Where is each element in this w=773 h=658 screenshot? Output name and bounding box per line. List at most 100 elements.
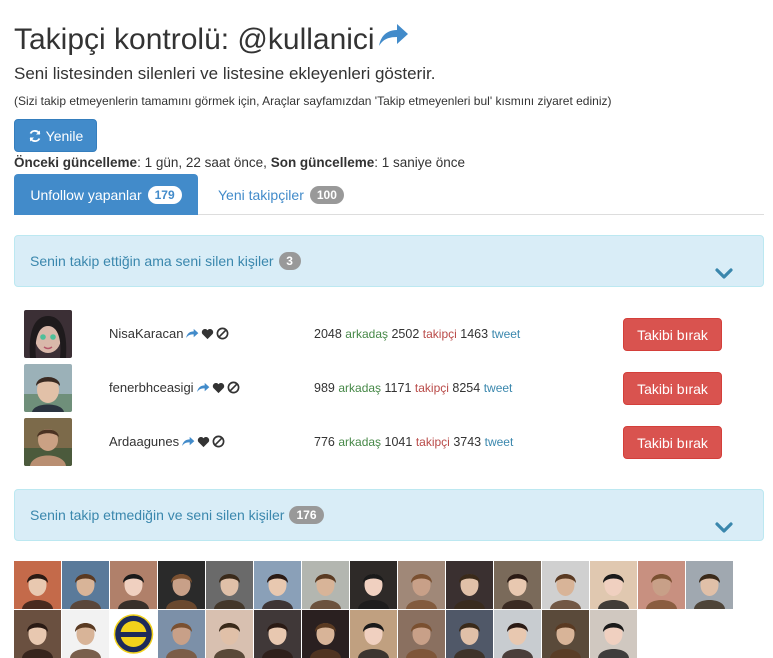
count-badge: 176 (289, 506, 324, 524)
friends-count: 2048 (314, 327, 342, 341)
tab-unfollowers[interactable]: Unfollow yapanlar 179 (14, 174, 198, 215)
avatar-thumb[interactable] (398, 561, 445, 609)
avatar[interactable] (24, 364, 72, 412)
heart-icon[interactable] (201, 328, 214, 340)
unfollow-button[interactable]: Takibi bırak (623, 318, 722, 351)
tab-label: Unfollow yapanlar (30, 186, 142, 203)
panel-not-followed-unfollowers[interactable]: Senin takip etmediğin ve seni silen kişi… (14, 489, 764, 541)
avatar-thumb[interactable] (686, 561, 733, 609)
page-note: (Sizi takip etmeyenlerin tamamını görmek… (14, 94, 612, 108)
refresh-label: Yenile (45, 127, 84, 144)
username-link[interactable]: NisaKaracan (109, 326, 183, 341)
count-badge: 100 (309, 185, 344, 204)
avatar-thumb[interactable] (14, 610, 61, 658)
panel-title: Senin takip etmediğin ve seni silen kişi… (30, 506, 324, 524)
followers-count: 1171 (384, 381, 412, 395)
user-row: Ardaagunes 776 arkadaş 1041 takipçi 3743… (14, 418, 764, 468)
tweets-label: tweet (483, 381, 513, 395)
avatar-thumb[interactable] (350, 610, 397, 658)
avatar-thumb[interactable] (206, 561, 253, 609)
avatar-thumb[interactable] (302, 561, 349, 609)
tab-new-followers[interactable]: Yeni takipçiler 100 (204, 174, 358, 215)
last-update-value: : 1 saniye önce (374, 155, 466, 170)
followers-count: 1041 (384, 435, 413, 449)
avatar-thumb[interactable] (494, 561, 541, 609)
avatar-thumb[interactable] (254, 561, 301, 609)
avatar-thumb[interactable] (398, 610, 445, 658)
panel-label: Senin takip ettiğin ama seni silen kişil… (30, 253, 274, 269)
ban-icon[interactable] (227, 381, 240, 394)
page-title: Takipçi kontrolü: @kullanici (14, 23, 375, 56)
avatar-thumb[interactable] (590, 610, 637, 658)
page-subtitle: Seni listesinden silenleri ve listesine … (14, 64, 436, 83)
count-badge: 3 (278, 252, 301, 270)
avatar-thumb[interactable] (254, 610, 301, 658)
avatar-thumb[interactable] (638, 561, 685, 609)
avatar-thumb[interactable] (542, 561, 589, 609)
avatar-thumb[interactable] (110, 561, 157, 609)
title-row: Takipçi kontrolü: @kullanici (14, 18, 409, 58)
prev-update-label: Önceki güncelleme (14, 155, 138, 170)
share-icon[interactable] (196, 382, 210, 393)
share-icon[interactable] (377, 22, 409, 48)
chevron-down-icon[interactable] (715, 522, 733, 534)
tabs: Unfollow yapanlar 179 Yeni takipçiler 10… (14, 174, 764, 215)
avatar-thumb[interactable] (590, 561, 637, 609)
ban-icon[interactable] (212, 435, 225, 448)
avatar-thumb[interactable] (494, 610, 541, 658)
friends-count: 989 (314, 381, 335, 395)
share-icon[interactable] (185, 328, 199, 339)
avatar-thumb[interactable] (158, 561, 205, 609)
panel-title: Senin takip ettiğin ama seni silen kişil… (30, 252, 301, 270)
panel-label: Senin takip etmediğin ve seni silen kişi… (30, 507, 285, 523)
user-stats: 989 arkadaş 1171 takipçi 8254 tweet (314, 381, 512, 395)
user-row: fenerbhceasigi 989 arkadaş 1171 takipçi … (14, 364, 764, 414)
friends-label: arkadaş (338, 381, 382, 395)
prev-update-value: : 1 gün, 22 saat önce, (137, 155, 267, 170)
avatar-thumb[interactable] (350, 561, 397, 609)
username: NisaKaracan (109, 326, 229, 341)
tab-label: Yeni takipçiler (218, 186, 304, 203)
friends-count: 776 (314, 435, 335, 449)
avatar-thumb[interactable] (62, 561, 109, 609)
friends-label: arkadaş (338, 435, 382, 449)
username-link[interactable]: Ardaagunes (109, 434, 179, 449)
followers-label: takipçi (415, 435, 450, 449)
heart-icon[interactable] (212, 382, 225, 394)
user-row: NisaKaracan 2048 arkadaş 2502 takipçi 14… (14, 310, 764, 360)
refresh-icon (29, 129, 41, 142)
avatar-thumb[interactable] (62, 610, 109, 658)
avatar-thumb[interactable] (302, 610, 349, 658)
avatar-thumb[interactable] (542, 610, 589, 658)
followers-label: takipçi (422, 327, 457, 341)
tweets-label: tweet (484, 435, 514, 449)
avatar[interactable] (24, 310, 72, 358)
username: Ardaagunes (109, 434, 225, 449)
last-update-label: Son güncelleme (270, 155, 375, 170)
chevron-down-icon[interactable] (715, 268, 733, 280)
unfollow-button[interactable]: Takibi bırak (623, 426, 722, 459)
unfollow-button[interactable]: Takibi bırak (623, 372, 722, 405)
panel-followed-unfollowers[interactable]: Senin takip ettiğin ama seni silen kişil… (14, 235, 764, 287)
username-link[interactable]: fenerbhceasigi (109, 380, 194, 395)
ban-icon[interactable] (216, 327, 229, 340)
tweets-count: 8254 (452, 381, 481, 395)
update-info: Önceki güncelleme: 1 gün, 22 saat önce, … (14, 155, 465, 170)
avatar[interactable] (24, 418, 72, 466)
avatar-thumb[interactable] (206, 610, 253, 658)
friends-label: arkadaş (345, 327, 388, 341)
avatar-thumb[interactable] (446, 561, 493, 609)
user-stats: 776 arkadaş 1041 takipçi 3743 tweet (314, 435, 513, 449)
avatar-thumb[interactable] (158, 610, 205, 658)
avatar-thumb[interactable] (110, 610, 157, 658)
user-stats: 2048 arkadaş 2502 takipçi 1463 tweet (314, 327, 520, 341)
tweets-count: 3743 (453, 435, 482, 449)
heart-icon[interactable] (197, 436, 210, 448)
tweets-label: tweet (491, 327, 521, 341)
refresh-button[interactable]: Yenile (14, 119, 97, 152)
share-icon[interactable] (181, 436, 195, 447)
followers-label: takipçi (414, 381, 449, 395)
count-badge: 179 (147, 185, 182, 204)
avatar-thumb[interactable] (446, 610, 493, 658)
avatar-thumb[interactable] (14, 561, 61, 609)
